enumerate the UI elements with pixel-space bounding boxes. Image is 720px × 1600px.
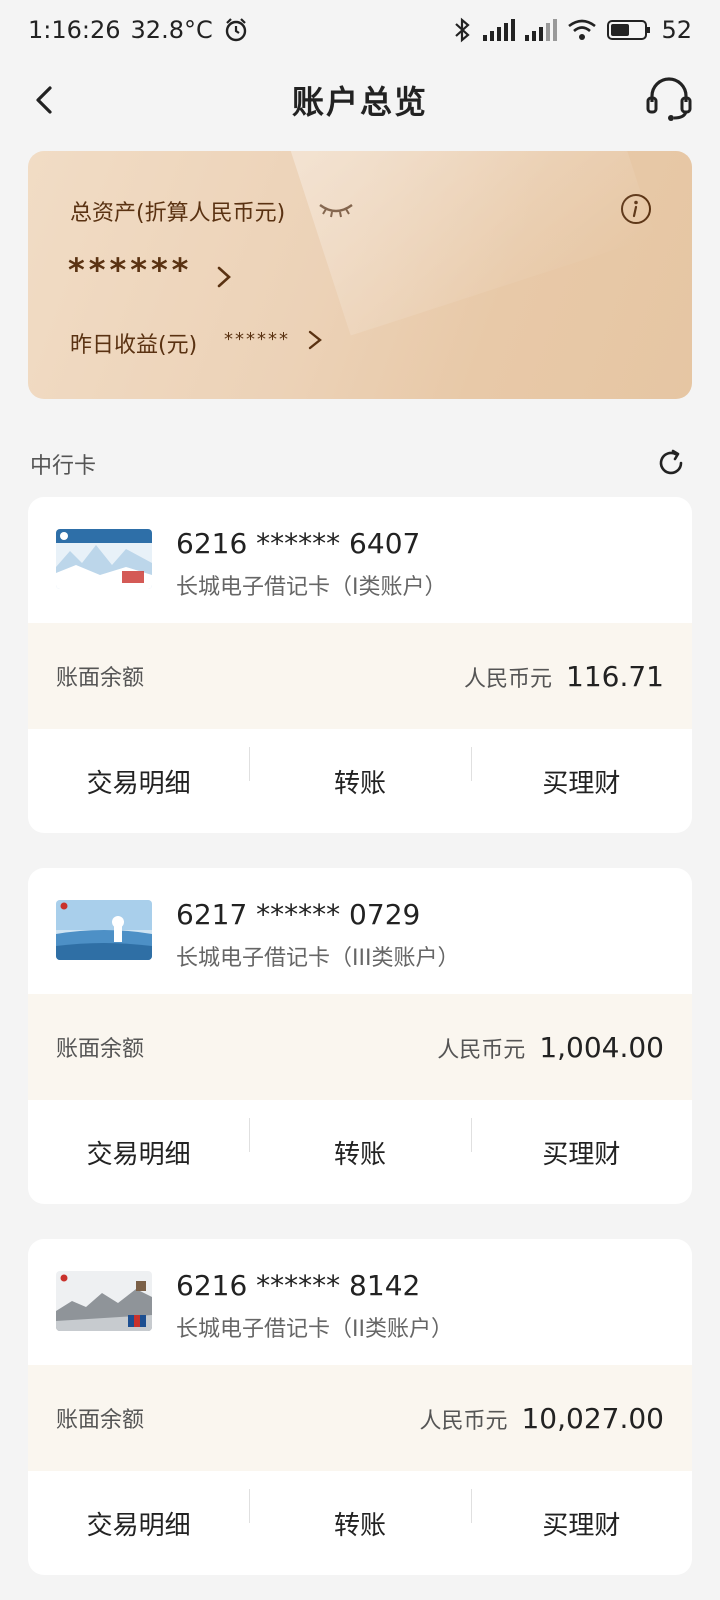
card-actions: 交易明细 转账 买理财 — [28, 1100, 692, 1204]
signal-icon — [483, 19, 516, 41]
yesterday-yield-label: 昨日收益(元) — [70, 333, 198, 358]
transaction-details-button[interactable]: 交易明细 — [28, 1134, 249, 1171]
balance-value: 人民币元 10,027.00 — [419, 1402, 664, 1435]
buy-wealth-button[interactable]: 买理财 — [470, 1117, 692, 1171]
refresh-icon[interactable] — [656, 448, 686, 478]
status-time: 1:16:26 — [28, 16, 121, 44]
card-type: 长城电子借记卡（III类账户） — [176, 946, 460, 971]
back-icon[interactable] — [24, 80, 64, 120]
chevron-right-icon[interactable] — [306, 327, 324, 353]
currency-label: 人民币元 — [464, 666, 553, 692]
card-actions: 交易明细 转账 买理财 — [28, 729, 692, 833]
transfer-button[interactable]: 转账 — [249, 746, 470, 800]
transaction-details-button[interactable]: 交易明细 — [28, 1505, 249, 1542]
transfer-button[interactable]: 转账 — [249, 1488, 470, 1542]
card-image — [56, 1271, 152, 1331]
wifi-icon — [568, 19, 597, 40]
card-type: 长城电子借记卡（I类账户） — [176, 575, 447, 600]
card-type: 长城电子借记卡（II类账户） — [176, 1317, 453, 1342]
balance-amount: 1,004.00 — [539, 1030, 664, 1064]
section-title: 中行卡 — [30, 454, 97, 479]
currency-label: 人民币元 — [437, 1037, 526, 1063]
status-right: 52 — [451, 16, 692, 44]
buy-wealth-button[interactable]: 买理财 — [470, 1488, 692, 1542]
hide-eye-icon[interactable] — [318, 199, 354, 219]
bluetooth-icon — [455, 17, 471, 43]
balance-row: 账面余额 人民币元 1,004.00 — [28, 994, 692, 1100]
balance-row: 账面余额 人民币元 10,027.00 — [28, 1365, 692, 1471]
card-number: 6216 ****** 6407 — [176, 527, 421, 560]
transaction-details-button[interactable]: 交易明细 — [28, 763, 249, 800]
card-image — [56, 900, 152, 960]
account-card: 6216 ****** 6407 长城电子借记卡（I类账户） 账面余额 人民币元… — [28, 497, 692, 833]
battery-icon — [607, 20, 651, 40]
transfer-button[interactable]: 转账 — [249, 1117, 470, 1171]
page-title: 账户总览 — [291, 83, 428, 121]
balance-amount: 116.71 — [566, 659, 664, 693]
balance-value: 人民币元 116.71 — [464, 660, 664, 693]
yesterday-yield-value: ****** — [224, 329, 290, 350]
account-card: 6217 ****** 0729 长城电子借记卡（III类账户） 账面余额 人民… — [28, 868, 692, 1204]
balance-label: 账面余额 — [56, 1408, 145, 1433]
balance-value: 人民币元 1,004.00 — [437, 1031, 664, 1064]
chevron-right-icon[interactable] — [214, 263, 234, 291]
info-icon[interactable] — [620, 193, 652, 225]
balance-amount: 10,027.00 — [521, 1401, 664, 1435]
balance-label: 账面余额 — [56, 1037, 145, 1062]
status-left: 1:16:26 32.8°C — [28, 16, 249, 44]
balance-label: 账面余额 — [56, 666, 145, 691]
status-bar: 1:16:26 32.8°C 52 — [0, 0, 720, 60]
total-assets-value: ****** — [68, 251, 193, 289]
total-assets-card[interactable]: 总资产(折算人民币元) ****** 昨日收益(元) ****** — [28, 151, 692, 399]
signal-icon-2 — [525, 19, 558, 41]
account-card: 6216 ****** 8142 长城电子借记卡（II类账户） 账面余额 人民币… — [28, 1239, 692, 1575]
card-actions: 交易明细 转账 买理财 — [28, 1471, 692, 1575]
status-temperature: 32.8°C — [130, 16, 213, 44]
card-number: 6217 ****** 0729 — [176, 898, 421, 931]
customer-service-icon[interactable] — [644, 74, 694, 124]
total-assets-label: 总资产(折算人民币元) — [70, 201, 286, 226]
card-image — [56, 529, 152, 589]
buy-wealth-button[interactable]: 买理财 — [470, 746, 692, 800]
header: 账户总览 — [0, 60, 720, 140]
currency-label: 人民币元 — [419, 1408, 508, 1434]
alarm-icon — [225, 18, 246, 42]
card-number: 6216 ****** 8142 — [176, 1269, 421, 1302]
balance-row: 账面余额 人民币元 116.71 — [28, 623, 692, 729]
battery-level: 52 — [661, 16, 692, 44]
